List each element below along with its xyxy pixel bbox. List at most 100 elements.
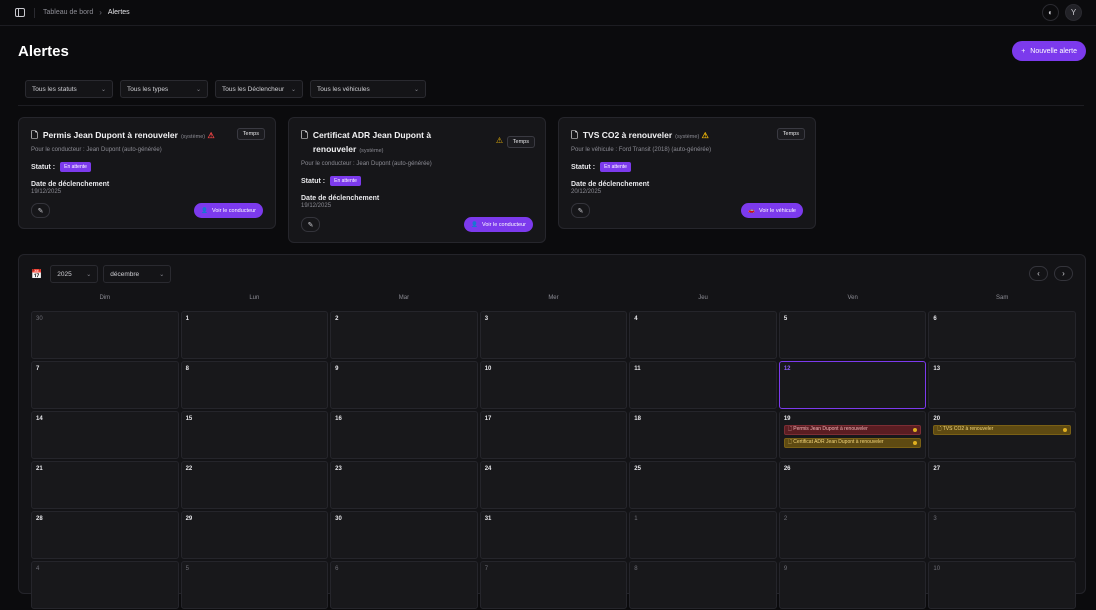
calendar-day[interactable]: 7 [31, 361, 179, 409]
day-number: 10 [484, 366, 492, 372]
calendar-day[interactable]: 13 [928, 361, 1076, 409]
calendar-day[interactable]: 25 [629, 461, 777, 509]
year-select[interactable]: 2025 ⌄ [50, 265, 99, 283]
day-number: 16 [335, 416, 342, 422]
calendar-day[interactable]: 27 [928, 461, 1076, 509]
calendar-event-label: 🗋 TVS CO2 à renouveler [937, 426, 994, 432]
calendar-day[interactable]: 22 [180, 461, 329, 509]
calendar-day[interactable]: 11 [629, 361, 777, 409]
calendar-day[interactable]: 3 [479, 311, 628, 359]
calendar-day[interactable]: 9 [330, 361, 478, 409]
calendar-day[interactable]: 2 [330, 311, 478, 359]
calendar-day[interactable]: 16 [330, 411, 478, 459]
trigger-filter-select[interactable]: Tous les Déclencheur ⌄ [215, 80, 303, 98]
calendar-event[interactable]: 🗋 TVS CO2 à renouveler [933, 425, 1071, 435]
calendar-day[interactable]: 8 [629, 561, 777, 609]
user-icon: 👤 [201, 207, 208, 214]
previous-month-button[interactable]: ‹ [1029, 266, 1048, 281]
day-number: 2 [335, 316, 339, 322]
edit-pencil-icon[interactable]: ✎ [301, 217, 320, 232]
calendar-day[interactable]: 20 🗋 TVS CO2 à renouveler [928, 411, 1076, 459]
status-label: Statut : [31, 163, 56, 171]
calendar-day[interactable]: 5 [180, 561, 329, 609]
calendar-day[interactable]: 14 [31, 411, 179, 459]
next-month-button[interactable]: › [1054, 266, 1073, 281]
calendar-day[interactable]: 8 [180, 361, 329, 409]
trigger-type-tag: Temps [236, 128, 265, 140]
calendar-day[interactable]: 30 [330, 511, 478, 559]
status-label: Statut : [571, 163, 596, 171]
alert-card-title-row: 🗋 Permis Jean Dupont à renouveler (systèm… [31, 128, 263, 144]
trigger-filter-value: Tous les Déclencheur [222, 85, 285, 93]
alert-card-title-row: 🗋 TVS CO2 à renouveler (système) ⚠ [571, 128, 803, 144]
weekday-label: Sam [996, 295, 1009, 301]
weekday-label: Ven [847, 295, 858, 301]
calendar-day[interactable]: 19 🗋 Permis Jean Dupont à renouveler 🗋 Cer… [778, 411, 927, 459]
view-driver-button[interactable]: 👤 Voir le conducteur [194, 203, 263, 218]
status-filter-value: Tous les statuts [32, 85, 77, 93]
calendar-day[interactable]: 3 [928, 511, 1076, 559]
alert-card-subtitle: Pour le véhicule : Ford Transit (2018) (… [571, 147, 712, 153]
calendar-day[interactable]: 24 [479, 461, 628, 509]
document-icon: 🗋 [31, 130, 38, 140]
car-icon: 🚗 [748, 207, 755, 214]
theme-toggle-icon[interactable]: ◐ [1042, 4, 1059, 21]
view-driver-button[interactable]: 👤 Voir le conducteur [464, 217, 533, 232]
vehicle-filter-select[interactable]: Tous les véhicules ⌄ [310, 80, 426, 98]
calendar-day[interactable]: 6 [330, 561, 478, 609]
day-number: 29 [185, 516, 193, 522]
edit-pencil-icon[interactable]: ✎ [571, 203, 590, 218]
status-filter-select[interactable]: Tous les statuts ⌄ [25, 80, 113, 98]
calendar-day[interactable]: 10 [479, 361, 628, 409]
breadcrumb-current: Alertes [107, 9, 130, 16]
calendar-day[interactable]: 17 [479, 411, 628, 459]
calendar-day[interactable]: 4 [629, 311, 777, 359]
day-number: 14 [36, 416, 43, 422]
day-number: 4 [36, 566, 40, 572]
day-number: 4 [634, 316, 638, 322]
breadcrumb-parent[interactable]: Tableau de bord [43, 9, 93, 16]
alert-card-footer: ✎ 👤 Voir le conducteur [301, 217, 533, 232]
trigger-date-value: 19/12/2025 [301, 203, 332, 209]
user-icon: 👤 [471, 221, 478, 228]
calendar-day[interactable]: 15 [180, 411, 329, 459]
day-number: 5 [185, 566, 189, 572]
sidebar-toggle-icon[interactable] [14, 7, 26, 19]
calendar-day[interactable]: 28 [31, 511, 179, 559]
day-number: 7 [36, 366, 40, 372]
calendar-day[interactable]: 1 [180, 311, 329, 359]
calendar-day[interactable]: 2 [778, 511, 927, 559]
new-alert-button[interactable]: + Nouvelle alerte [1012, 41, 1086, 61]
calendar-day[interactable]: 10 [928, 561, 1076, 609]
day-number: 1 [634, 516, 638, 522]
day-number: 25 [634, 466, 641, 472]
edit-pencil-icon[interactable]: ✎ [31, 203, 50, 218]
calendar-event[interactable]: 🗋 Permis Jean Dupont à renouveler [783, 425, 922, 435]
document-icon: 🗋 [301, 130, 308, 140]
calendar-event[interactable]: 🗋 Certificat ADR Jean Dupont à renouvele… [783, 438, 922, 448]
calendar-day[interactable]: 23 [330, 461, 478, 509]
trigger-date-value: 20/12/2025 [571, 189, 602, 195]
calendar-day-today[interactable]: 12 [778, 361, 927, 409]
calendar-day[interactable]: 4 [31, 561, 179, 609]
calendar-day[interactable]: 21 [31, 461, 179, 509]
calendar-day[interactable]: 9 [778, 561, 927, 609]
avatar[interactable]: Y [1065, 4, 1082, 21]
weekday-label: Mar [398, 295, 410, 301]
calendar-day[interactable]: 30 [31, 311, 179, 359]
status-row: Statut : En attente [301, 176, 533, 186]
calendar-day[interactable]: 31 [479, 511, 628, 559]
day-number: 19 [783, 416, 791, 422]
calendar-day[interactable]: 6 [928, 311, 1076, 359]
calendar-day[interactable]: 26 [778, 461, 927, 509]
warning-icon: ⚠ [495, 136, 503, 145]
calendar-day[interactable]: 5 [778, 311, 927, 359]
calendar-day[interactable]: 29 [180, 511, 329, 559]
calendar-day[interactable]: 18 [629, 411, 777, 459]
month-select[interactable]: décembre ⌄ [103, 265, 172, 283]
view-vehicle-button[interactable]: 🚗 Voir le véhicule [741, 203, 803, 218]
calendar-day[interactable]: 1 [629, 511, 777, 559]
system-label: (système) [180, 134, 206, 140]
type-filter-select[interactable]: Tous les types ⌄ [120, 80, 208, 98]
calendar-day[interactable]: 7 [479, 561, 628, 609]
